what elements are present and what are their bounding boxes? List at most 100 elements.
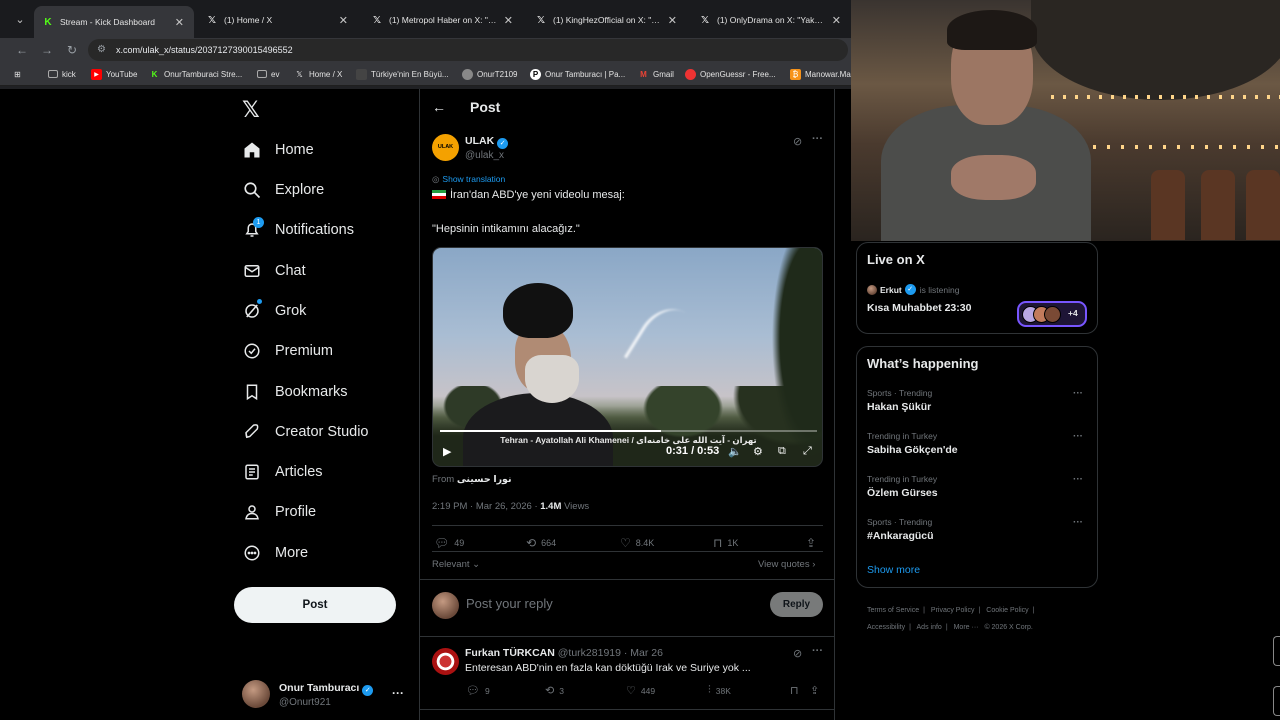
close-tab-icon[interactable]: ✕ <box>504 14 513 27</box>
bookmark-youtube[interactable]: ▶ YouTube <box>91 67 137 81</box>
back-arrow-icon[interactable]: ← <box>432 99 446 115</box>
nav-more[interactable]: More <box>242 540 308 566</box>
nav-premium[interactable]: Premium <box>242 338 333 364</box>
live-listeners[interactable]: +4 <box>1017 301 1087 327</box>
repost-action[interactable]: ⟲ 664 <box>526 536 556 550</box>
bookmark-kick[interactable]: kick <box>48 67 76 81</box>
grok-icon[interactable]: ⊘ <box>793 135 802 148</box>
bookmark-turkiye[interactable]: Türkiye'nin En Büyü... <box>356 67 449 81</box>
nav-explore[interactable]: Explore <box>242 177 324 203</box>
avatar <box>242 680 270 708</box>
sort-relevant-dropdown[interactable]: Relevant ⌄ <box>432 559 480 570</box>
footer-accessibility[interactable]: Accessibility <box>867 624 905 631</box>
author-name[interactable]: ULAK <box>465 135 494 147</box>
reply-reply-action[interactable]: 💬︎ 9 <box>466 684 490 697</box>
video-progress-bar[interactable] <box>440 430 817 432</box>
share-action[interactable]: ⇪ <box>806 536 821 550</box>
bookmark-home-x[interactable]: 𝕏 Home / X <box>294 67 342 81</box>
live-on-x-card[interactable]: Live on X Erkut ✓ is listening Kısa Muhab… <box>856 242 1098 334</box>
site-info-icon[interactable]: ⚙ <box>97 39 106 61</box>
video-player[interactable]: Tehran - Ayatollah Ali Khamenei / تهران … <box>432 247 823 467</box>
reply-share-action[interactable]: ⇪ <box>810 684 824 697</box>
footer-privacy[interactable]: Privacy Policy <box>931 607 975 614</box>
tab-metropol[interactable]: 𝕏 (1) Metropol Haber on X: "Zab ✕ <box>363 8 523 32</box>
reply-action[interactable]: 💬︎ 49 <box>434 536 464 550</box>
bookmark-ev[interactable]: ev <box>257 67 279 81</box>
more-dots-icon[interactable]: ··· <box>1073 431 1083 442</box>
reply-input[interactable]: Post your reply <box>466 596 553 611</box>
close-tab-icon[interactable]: ✕ <box>339 14 348 27</box>
tab-kinghez[interactable]: 𝕏 (1) KingHezOfficial on X: "@Jvn ✕ <box>527 8 687 32</box>
apps-grid-icon[interactable]: ⊞ <box>14 67 21 81</box>
more-dots-icon[interactable]: ··· <box>1073 474 1083 485</box>
bookmark-manowar[interactable]: ₿ Manowar.Ma <box>790 67 851 81</box>
forward-arrow-icon[interactable]: → <box>39 42 55 58</box>
reply-views-action[interactable]: ⫶ 38K <box>708 684 731 697</box>
divider <box>420 579 835 580</box>
browser-chrome: ⌄ K Stream - Kick Dashboard ✕ 𝕏 (1) Home… <box>0 0 851 89</box>
nav-notifications[interactable]: 1 Notifications <box>242 217 354 243</box>
trend-item[interactable]: Trending in Turkey Özlem Gürses ··· <box>867 474 1089 499</box>
fullscreen-icon[interactable]: ⤢ <box>803 445 812 458</box>
nav-grok[interactable]: Grok <box>242 298 306 324</box>
tab-home-x[interactable]: 𝕏 (1) Home / X ✕ <box>198 8 358 32</box>
footer-cookie[interactable]: Cookie Policy <box>986 607 1028 614</box>
bookmark-opengeussr[interactable]: OpenGuessr - Free... <box>685 67 776 81</box>
more-dots-icon[interactable]: ··· <box>1073 517 1083 528</box>
more-dots-icon[interactable]: ··· <box>812 645 823 657</box>
footer-more[interactable]: More ··· <box>954 624 979 631</box>
reply-author[interactable]: Furkan TÜRKCAN @turk281919 · Mar 26 <box>465 647 663 659</box>
post-timestamp[interactable]: 2:19 PM · Mar 26, 2026 · <box>432 501 540 512</box>
author-handle[interactable]: @ulak_x <box>465 150 504 161</box>
reply-avatar[interactable] <box>432 648 459 675</box>
close-tab-icon[interactable]: ✕ <box>175 16 184 29</box>
trend-item[interactable]: Sports · Trending #Ankaragücü ··· <box>867 517 1089 542</box>
pip-icon[interactable]: ⧉ <box>778 445 786 458</box>
close-tab-icon[interactable]: ✕ <box>832 14 841 27</box>
more-dots-icon[interactable]: ··· <box>1073 388 1083 399</box>
view-quotes-link[interactable]: View quotes › <box>758 559 815 570</box>
tab-onlydrama[interactable]: 𝕏 (1) OnlyDrama on X: "YakupTV ✕ <box>691 8 851 32</box>
nav-bookmarks[interactable]: Bookmarks <box>242 379 348 405</box>
settings-gear-icon[interactable]: ⚙ <box>753 445 763 458</box>
bookmark-onurt2109[interactable]: OnurT2109 <box>462 67 517 81</box>
like-action[interactable]: ♡ 8.4K <box>620 536 654 550</box>
p-icon: P <box>530 68 541 80</box>
reply-button[interactable]: Reply <box>770 592 823 617</box>
post-button[interactable]: Post <box>234 587 396 623</box>
back-arrow-icon[interactable]: ← <box>14 42 30 58</box>
account-switcher[interactable]: Onur Tamburacı ✓ @Onurt921 ··· <box>242 678 410 712</box>
footer-ads-info[interactable]: Ads info <box>917 624 942 631</box>
reply-like-action[interactable]: ♡ 449 <box>626 684 655 697</box>
reply-bookmark-action[interactable]: ⊓ <box>790 684 804 697</box>
close-tab-icon[interactable]: ✕ <box>668 14 677 27</box>
nav-articles[interactable]: Articles <box>242 459 323 485</box>
source-name[interactable]: نورا حسینی <box>457 474 512 485</box>
nav-home[interactable]: Home <box>242 137 314 163</box>
show-translation-link[interactable]: ◎ Show translation <box>432 174 505 185</box>
more-dots-icon[interactable]: ··· <box>392 686 404 700</box>
tab-search-icon[interactable]: ⌄ <box>12 12 28 28</box>
play-icon[interactable]: ▶ <box>443 445 451 458</box>
reload-icon[interactable]: ↻ <box>64 42 80 58</box>
bookmark-action[interactable]: ⊓ 1K <box>713 536 738 550</box>
author-avatar[interactable]: ULAK <box>432 134 459 161</box>
reply-repost-action[interactable]: ⟲ 3 <box>545 684 564 697</box>
nav-profile[interactable]: Profile <box>242 499 316 525</box>
reply-icon: 💬︎ <box>466 685 480 697</box>
show-more-link[interactable]: Show more <box>867 564 920 576</box>
more-dots-icon[interactable]: ··· <box>812 133 823 145</box>
grok-icon[interactable]: ⊘ <box>793 647 802 660</box>
bookmark-patreon[interactable]: P Onur Tamburacı | Pa... <box>530 67 625 81</box>
footer-terms[interactable]: Terms of Service <box>867 607 919 614</box>
x-logo-icon[interactable]: 𝕏 <box>242 97 264 122</box>
nav-chat[interactable]: Chat <box>242 258 306 284</box>
bookmark-gmail[interactable]: M Gmail <box>638 67 674 81</box>
nav-creator-studio[interactable]: Creator Studio <box>242 419 369 445</box>
trend-item[interactable]: Trending in Turkey Sabiha Gökçen'de ··· <box>867 431 1089 456</box>
volume-icon[interactable]: 🔈 <box>728 445 742 458</box>
tab-kick-dashboard[interactable]: K Stream - Kick Dashboard ✕ <box>34 6 194 38</box>
bookmark-onurtamburaci-stream[interactable]: K OnurTamburaci Stre... <box>149 67 243 81</box>
address-bar[interactable]: ⚙ x.com/ulak_x/status/203712739001549655… <box>88 39 848 61</box>
trend-item[interactable]: Sports · Trending Hakan Şükür ··· <box>867 388 1089 413</box>
